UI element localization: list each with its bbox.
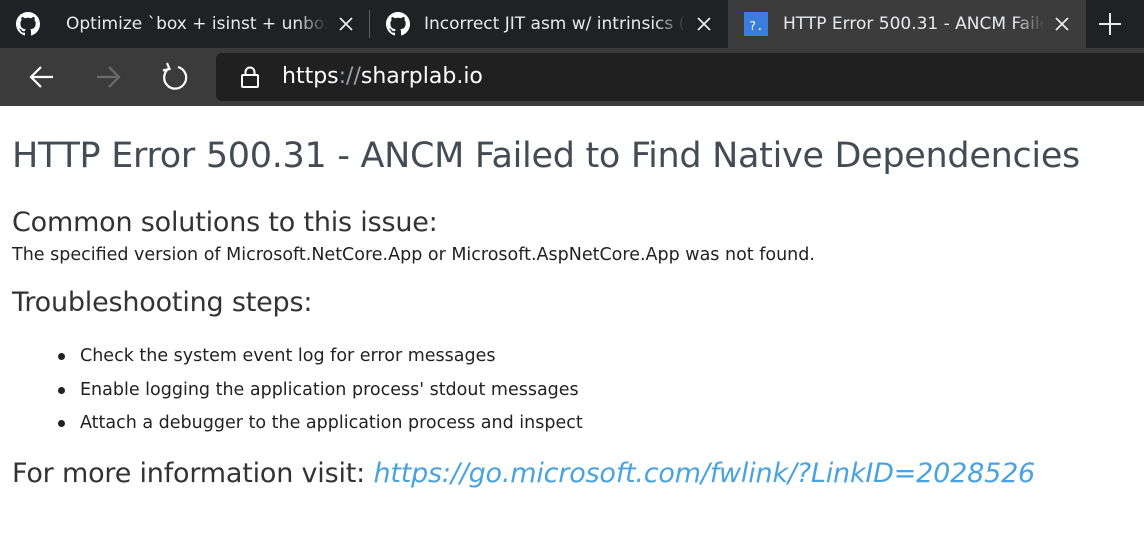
- more-info-label: For more information visit:: [12, 458, 366, 489]
- lock-icon[interactable]: [238, 65, 262, 89]
- solutions-heading: Common solutions to this issue:: [12, 207, 438, 238]
- tab-title: Optimize `box + isinst + unbox.a: [66, 14, 328, 34]
- close-icon[interactable]: [1052, 14, 1072, 34]
- list-item: Attach a debugger to the application pro…: [58, 409, 583, 443]
- favicon-text: ?.: [749, 19, 763, 33]
- close-icon[interactable]: [694, 14, 714, 34]
- solutions-text: The specified version of Microsoft.NetCo…: [12, 245, 815, 265]
- page-title: HTTP Error 500.31 - ANCM Failed to Find …: [12, 136, 1080, 176]
- url-host: sharplab.io: [360, 64, 483, 89]
- refresh-icon[interactable]: [158, 61, 190, 93]
- list-item: Check the system event log for error mes…: [58, 342, 583, 376]
- tab-title: Incorrect JIT asm w/ intrinsics (eg: [424, 14, 686, 34]
- close-icon[interactable]: [336, 14, 356, 34]
- url-scheme: https: [282, 64, 339, 89]
- tab-title: HTTP Error 500.31 - ANCM Failed: [783, 14, 1045, 34]
- address-bar[interactable]: https://sharplab.io: [216, 53, 1144, 101]
- new-tab-icon[interactable]: [1096, 10, 1124, 38]
- list-item: Enable logging the application process' …: [58, 376, 583, 410]
- more-info-link[interactable]: https://go.microsoft.com/fwlink/?LinkID=…: [373, 458, 1035, 489]
- github-icon: [16, 12, 40, 36]
- tab-github-optimize[interactable]: Optimize `box + isinst + unbox.a: [0, 0, 368, 48]
- browser-toolbar: https://sharplab.io: [0, 48, 1144, 106]
- troubleshooting-list: Check the system event log for error mes…: [58, 342, 583, 443]
- tab-strip: Optimize `box + isinst + unbox.a Incorre…: [0, 0, 1144, 48]
- url-text[interactable]: https://sharplab.io: [282, 63, 483, 91]
- page-content: HTTP Error 500.31 - ANCM Failed to Find …: [0, 106, 1144, 546]
- back-icon[interactable]: [26, 61, 58, 93]
- forward-icon[interactable]: [92, 61, 124, 93]
- tab-http-error[interactable]: ?. HTTP Error 500.31 - ANCM Failed: [728, 0, 1086, 48]
- tab-github-jit[interactable]: Incorrect JIT asm w/ intrinsics (eg: [370, 0, 728, 48]
- troubleshooting-heading: Troubleshooting steps:: [12, 287, 313, 318]
- more-info: For more information visit: https://go.m…: [12, 458, 1035, 489]
- page-favicon-icon: ?.: [744, 12, 768, 36]
- url-separator: ://: [338, 64, 361, 89]
- github-icon: [386, 12, 410, 36]
